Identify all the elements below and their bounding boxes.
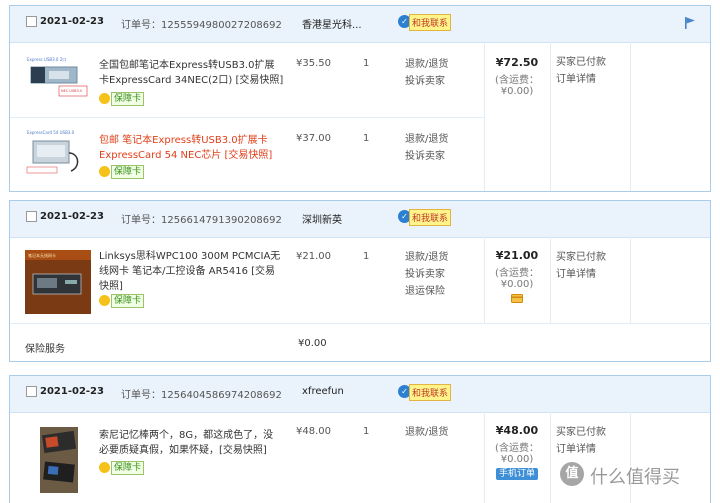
item-price: ¥37.00 — [296, 133, 331, 144]
order-details-link[interactable]: 订单详情 — [556, 266, 606, 283]
product-thumbnail[interactable]: 笔记本无线网卡 — [25, 250, 91, 314]
status-text: 买家已付款 — [556, 252, 606, 263]
watermark-logo-icon: 值 — [560, 462, 584, 486]
order-item-row: ExpressCard 54 USB3.0 包邮 笔记本Express转USB3… — [10, 117, 484, 191]
product-thumbnail[interactable] — [40, 427, 78, 493]
product-thumbnail[interactable]: Express USB3.0 2口 NEC USB3.0 — [25, 53, 91, 103]
shipping-fee: (含运费：¥0.00) — [495, 268, 539, 290]
order-date: 2021-02-23 — [40, 211, 104, 222]
column-divider — [550, 42, 551, 191]
flag-icon[interactable] — [683, 16, 697, 30]
guarantee-label: 保障卡 — [111, 294, 145, 308]
total-amount: ¥21.00 — [495, 249, 539, 262]
column-divider — [630, 412, 631, 503]
product-title-link[interactable]: Linksys思科WPC100 300M PCMCIA无线网卡 笔记本/工控设备… — [99, 249, 284, 294]
item-quantity: 1 — [363, 133, 370, 144]
seller-name[interactable]: 深圳新英 — [302, 211, 342, 226]
total-amount: ¥72.50 — [495, 56, 539, 69]
svg-text:笔记本无线网卡: 笔记本无线网卡 — [28, 252, 56, 258]
card-payment-icon — [511, 294, 523, 303]
order-total: ¥21.00 (含运费：¥0.00) — [484, 249, 550, 306]
order-item-row: 笔记本无线网卡 Linksys思科WPC100 300M PCMCIA无线网卡 … — [10, 237, 712, 324]
refund-link[interactable]: 退款/退货 — [405, 249, 448, 266]
order-number: 订单号：1256404586974208692 — [121, 390, 282, 401]
order-checkbox[interactable] — [26, 16, 37, 27]
shipping-fee: (含运费：¥0.00) — [495, 75, 539, 97]
item-quantity: 1 — [363, 251, 370, 262]
mobile-order-badge: 手机订单 — [495, 468, 538, 480]
item-quantity: 1 — [363, 58, 370, 69]
order-header: 2021-02-23 订单号：1256404586974208692 xfree… — [10, 376, 710, 413]
column-divider — [550, 412, 551, 503]
shield-icon — [99, 166, 110, 177]
watermark-text: 什么值得买 — [590, 467, 680, 488]
refund-link[interactable]: 退款/退货 — [405, 424, 448, 441]
item-actions: 退款/退货 投诉卖家 退运保险 — [405, 249, 448, 300]
order-date: 2021-02-23 — [40, 16, 104, 27]
product-thumbnail[interactable]: ExpressCard 54 USB3.0 — [25, 127, 91, 177]
item-actions: 退款/退货 — [405, 424, 448, 441]
svg-text:Express USB3.0 2口: Express USB3.0 2口 — [27, 57, 66, 62]
product-title-link[interactable]: 包邮 笔记本Express转USB3.0扩展卡ExpressCard 54 NE… — [99, 133, 284, 163]
product-title-link[interactable]: 索尼记忆棒两个，8G，都这成色了，没必要质疑真假，如果怀疑，[交易快照] — [99, 428, 281, 458]
order-number: 订单号：1255594980027208692 — [121, 20, 282, 31]
refund-link[interactable]: 退款/退货 — [405, 131, 448, 148]
order-details-link[interactable]: 订单详情 — [556, 71, 606, 88]
item-actions: 退款/退货 投诉卖家 — [405, 56, 448, 90]
order-card: 2021-02-23 订单号：1255594980027208692 香港星光科… — [9, 5, 711, 192]
order-status: 买家已付款 订单详情 — [556, 424, 606, 458]
contact-label: 和我联系 — [409, 384, 452, 401]
item-price: ¥48.00 — [296, 426, 331, 437]
order-header: 2021-02-23 订单号：1256614791390208692 深圳新英 … — [10, 201, 710, 238]
item-price: ¥21.00 — [296, 251, 331, 262]
order-details-link[interactable]: 订单详情 — [556, 441, 606, 458]
order-number: 订单号：1256614791390208692 — [121, 215, 282, 226]
column-divider — [630, 42, 631, 191]
complain-seller-link[interactable]: 投诉卖家 — [405, 148, 448, 165]
svg-text:NEC USB3.0: NEC USB3.0 — [61, 89, 82, 93]
shield-icon — [99, 93, 110, 104]
product-title-link[interactable]: 全国包邮笔记本Express转USB3.0扩展卡ExpressCard 34NE… — [99, 58, 284, 88]
order-status: 买家已付款 订单详情 — [556, 249, 606, 283]
item-quantity: 1 — [363, 426, 370, 437]
contact-label: 和我联系 — [409, 209, 452, 226]
order-status: 买家已付款 订单详情 — [556, 54, 606, 88]
complain-seller-link[interactable]: 投诉卖家 — [405, 73, 448, 90]
status-text: 买家已付款 — [556, 427, 606, 438]
shipping-fee: (含运费：¥0.00) — [495, 443, 539, 465]
item-price: ¥35.50 — [296, 58, 331, 69]
seller-name[interactable]: xfreefun — [302, 386, 344, 397]
order-header: 2021-02-23 订单号：1255594980027208692 香港星光科… — [10, 6, 710, 43]
complain-seller-link[interactable]: 投诉卖家 — [405, 266, 448, 283]
order-checkbox[interactable] — [26, 386, 37, 397]
insurance-service-label: 保险服务 — [25, 344, 65, 355]
return-insurance-link[interactable]: 退运保险 — [405, 283, 448, 300]
contact-label: 和我联系 — [409, 14, 452, 31]
order-total: ¥48.00 (含运费：¥0.00) 手机订单 — [484, 424, 550, 480]
shield-icon — [99, 295, 110, 306]
refund-link[interactable]: 退款/退货 — [405, 56, 448, 73]
item-actions: 退款/退货 投诉卖家 — [405, 131, 448, 165]
total-amount: ¥48.00 — [495, 424, 539, 437]
guarantee-label: 保障卡 — [111, 165, 145, 179]
seller-name[interactable]: 香港星光科... — [302, 16, 362, 31]
guarantee-label: 保障卡 — [111, 92, 145, 106]
order-total: ¥72.50 (含运费：¥0.00) — [484, 56, 550, 97]
svg-text:ExpressCard 54 USB3.0: ExpressCard 54 USB3.0 — [27, 130, 75, 135]
guarantee-label: 保障卡 — [111, 461, 145, 475]
order-item-row: Express USB3.0 2口 NEC USB3.0 全国包邮笔记本Expr… — [10, 42, 484, 118]
insurance-service-price: ¥0.00 — [298, 338, 327, 349]
shield-icon — [99, 462, 110, 473]
status-text: 买家已付款 — [556, 57, 606, 68]
order-date: 2021-02-23 — [40, 386, 104, 397]
order-checkbox[interactable] — [26, 211, 37, 222]
order-card: 2021-02-23 订单号：1256614791390208692 深圳新英 … — [9, 200, 712, 362]
